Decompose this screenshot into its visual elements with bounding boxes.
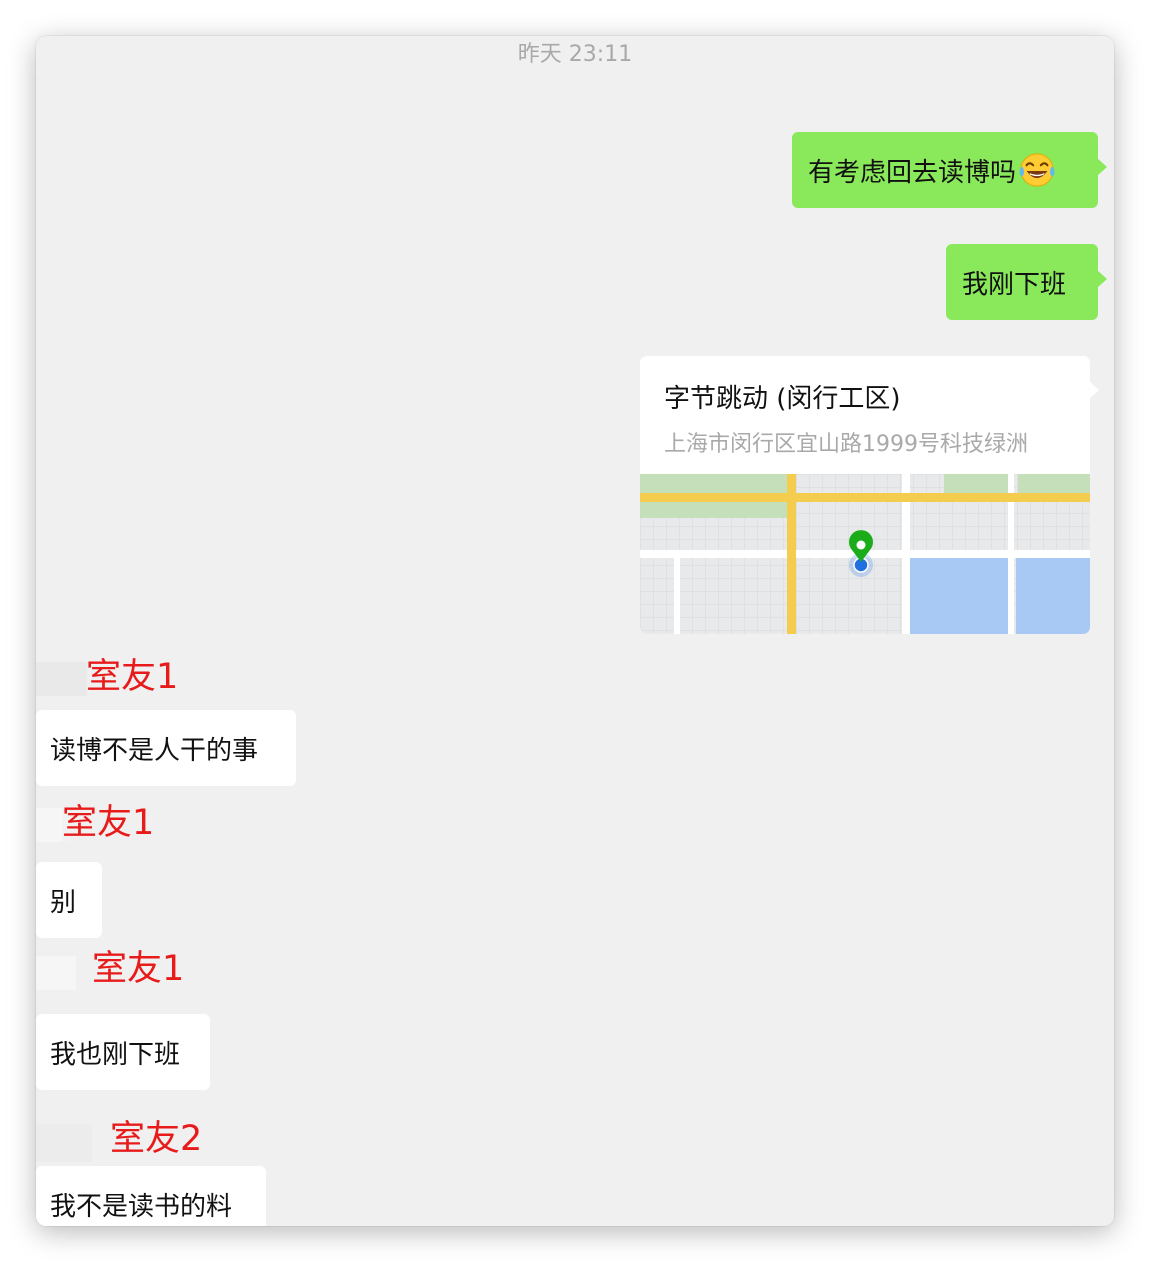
message-text: 有考虑回去读博吗 — [808, 157, 1017, 188]
map-park — [1018, 474, 1090, 494]
sender-name: 室友1 — [62, 803, 155, 843]
incoming-message[interactable]: 读博不是人干的事 — [36, 710, 296, 786]
outgoing-message[interactable]: 我刚下班 — [946, 244, 1107, 320]
incoming-message[interactable]: 别 — [36, 862, 102, 938]
location-card-tail — [1090, 382, 1099, 398]
avatar[interactable] — [36, 1124, 92, 1162]
sender-name: 室友2 — [110, 1119, 203, 1159]
location-name: 字节跳动 (闵行工区) — [664, 384, 901, 414]
sender-name: 室友1 — [92, 949, 185, 989]
avatar[interactable] — [36, 662, 88, 696]
laughing-tears-emoji-icon — [1019, 153, 1055, 187]
map-road — [787, 474, 796, 634]
message-text: 我也刚下班 — [50, 1039, 181, 1070]
map-water — [1016, 558, 1090, 634]
sender-name: 室友1 — [86, 657, 179, 697]
chat-window: 昨天 23:11 有考虑回去读博吗 我刚下班 字节跳动 (闵行工区) 上海市闵行… — [36, 36, 1114, 1226]
map-water — [908, 558, 1008, 634]
message-text: 别 — [50, 887, 77, 918]
map-road — [640, 493, 1090, 502]
message-text: 我刚下班 — [962, 269, 1067, 300]
incoming-message[interactable]: 我也刚下班 — [36, 1014, 210, 1090]
location-address: 上海市闵行区宜山路1999号科技绿洲 — [664, 432, 1028, 457]
map-park — [944, 474, 1008, 494]
location-map-preview[interactable] — [640, 474, 1090, 634]
message-text: 我不是读书的料 — [50, 1191, 233, 1222]
message-text: 读博不是人干的事 — [50, 735, 259, 766]
message-timestamp: 昨天 23:11 — [517, 42, 633, 67]
location-message-card[interactable]: 字节跳动 (闵行工区) 上海市闵行区宜山路1999号科技绿洲 — [640, 356, 1090, 634]
incoming-message[interactable]: 我不是读书的料 — [36, 1166, 266, 1226]
outgoing-message[interactable]: 有考虑回去读博吗 — [792, 132, 1107, 208]
avatar[interactable] — [36, 956, 76, 990]
